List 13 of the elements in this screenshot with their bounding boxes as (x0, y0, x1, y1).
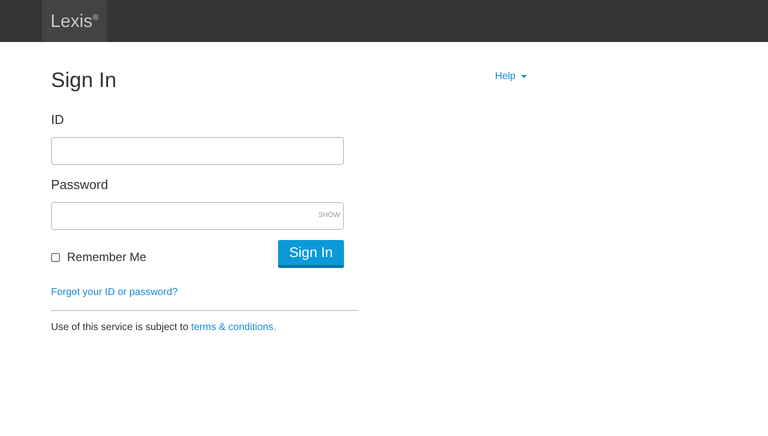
terms-link[interactable]: terms & conditions. (191, 322, 276, 333)
logo[interactable]: Lexis® (42, 0, 107, 42)
id-input-field[interactable] (51, 137, 344, 165)
page-title: Sign In (51, 68, 118, 94)
id-label: ID (51, 111, 64, 129)
remember-me-checkbox[interactable] (51, 252, 60, 262)
terms-text: Use of this service is subject to terms & conditions. (51, 321, 276, 335)
sign-in-button[interactable]: Sign In (278, 240, 344, 268)
forgot-id-link[interactable]: Forgot your ID or password? (51, 285, 178, 300)
help-menu-button[interactable]: Help (495, 69, 527, 84)
password-label: Password (51, 176, 108, 194)
remember-me-label: Remember Me (67, 249, 146, 266)
caret-down-icon (520, 75, 527, 78)
